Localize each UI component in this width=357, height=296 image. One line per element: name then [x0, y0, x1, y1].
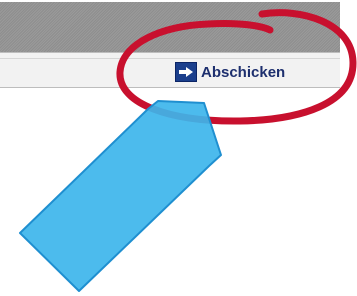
screenshot-stage: Abschicken [0, 0, 357, 296]
annotation-overlay [19, 9, 357, 292]
pointer-arrow [19, 100, 222, 292]
